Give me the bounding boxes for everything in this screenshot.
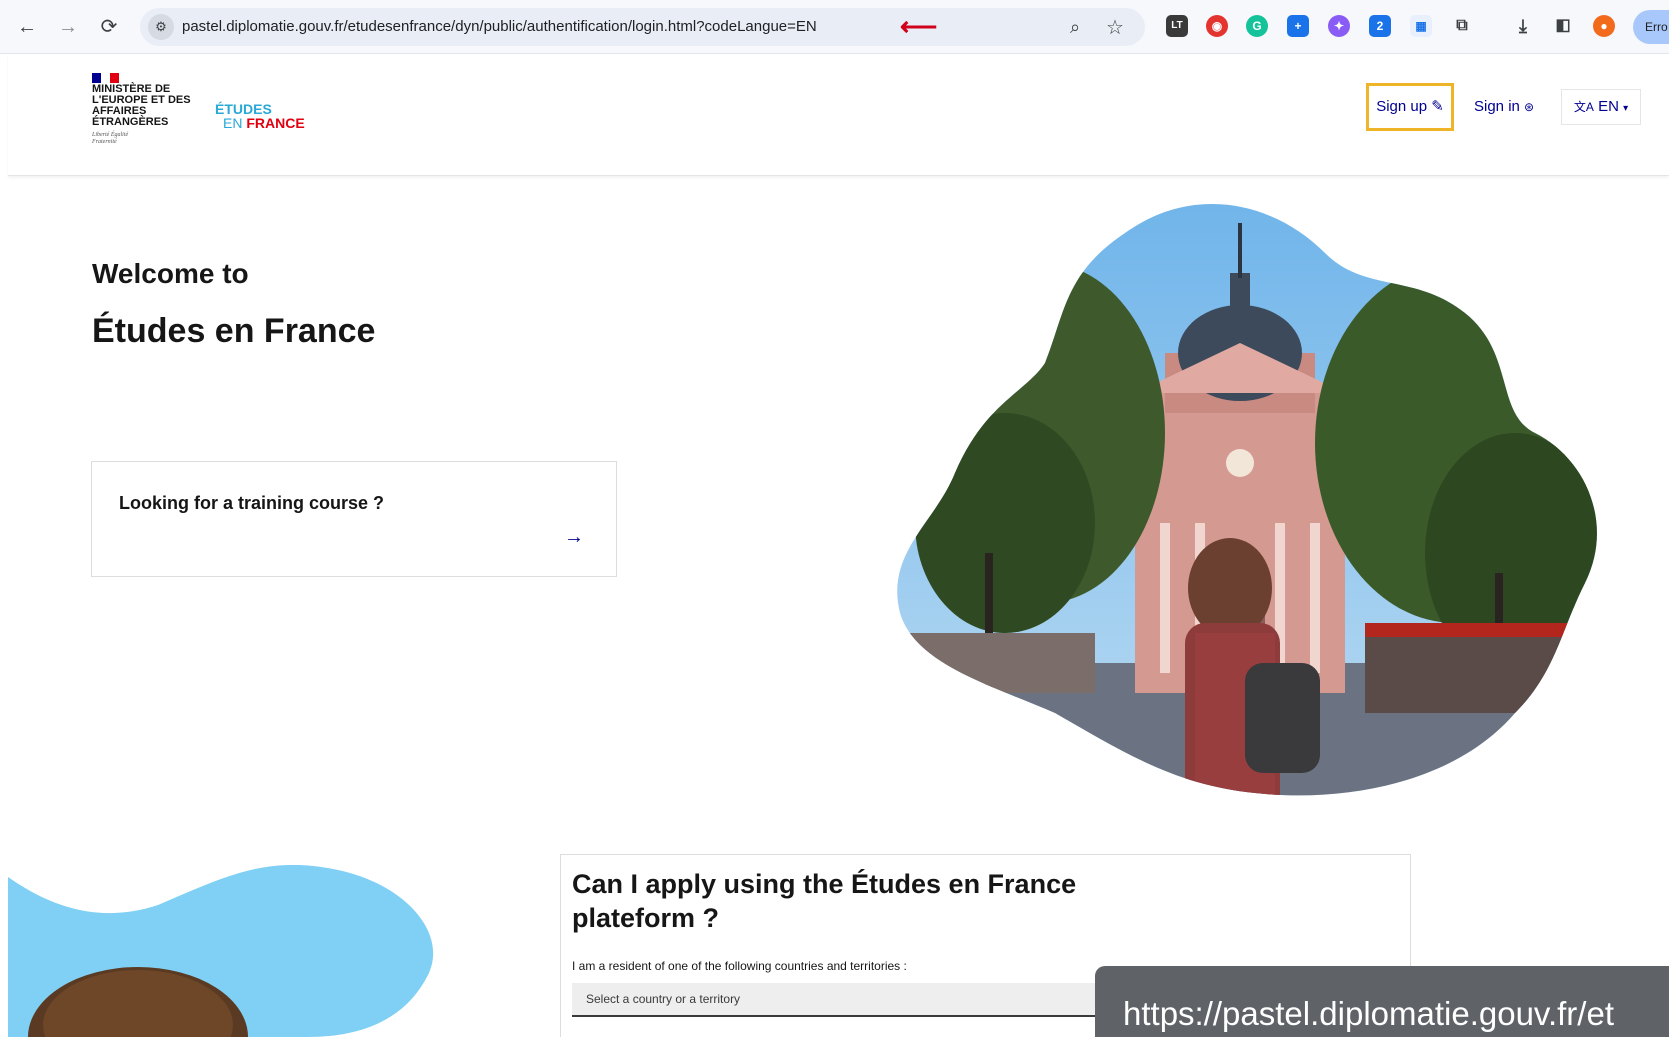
user-circle-icon: ⊛ bbox=[1524, 100, 1535, 114]
french-flag-icon bbox=[92, 70, 120, 83]
site-header: MINISTÈRE DE L'EUROPE ET DES AFFAIRES ÉT… bbox=[8, 54, 1669, 176]
welcome-text: Welcome to bbox=[92, 258, 249, 289]
badge-extension-icon[interactable]: 2 bbox=[1369, 15, 1391, 37]
site-info-icon[interactable]: ⚙ bbox=[148, 14, 174, 40]
decorative-blob-image bbox=[8, 865, 433, 1037]
plus-extension-icon[interactable]: + bbox=[1287, 15, 1309, 37]
fox-extension-icon[interactable]: ✦ bbox=[1328, 15, 1350, 37]
browser-toolbar: ← → ⟳ ⚙ pastel.diplomatie.gouv.fr/etudes… bbox=[0, 0, 1669, 54]
page-title: Études en France bbox=[92, 312, 376, 350]
ministry-motto: Liberté Égalité Fraternité bbox=[92, 132, 129, 145]
signup-label: Sign up bbox=[1376, 98, 1428, 115]
grammarly-extension-icon[interactable]: G bbox=[1246, 15, 1268, 37]
bottom-strip bbox=[0, 1037, 1669, 1061]
sorbonne-hero-image bbox=[897, 204, 1597, 796]
resident-label: I am a resident of one of the following … bbox=[572, 959, 907, 973]
red-extension-icon[interactable]: ◉ bbox=[1206, 15, 1228, 37]
annotation-arrow-icon: ⟵ bbox=[900, 11, 938, 41]
address-bar[interactable]: ⚙ pastel.diplomatie.gouv.fr/etudesenfran… bbox=[140, 8, 1145, 46]
logo-line1: ÉTUDES bbox=[215, 101, 272, 117]
translate-icon: 文A bbox=[1573, 100, 1594, 114]
chevron-down-icon: ▾ bbox=[1623, 103, 1629, 114]
language-selector[interactable]: 文A EN ▾ bbox=[1561, 89, 1641, 125]
ministry-logo-text: MINISTÈRE DE L'EUROPE ET DES AFFAIRES ÉT… bbox=[92, 83, 191, 128]
profile-button[interactable]: Erro bbox=[1633, 10, 1669, 44]
puzzle-extension-icon[interactable]: ⧉ bbox=[1451, 15, 1473, 37]
pencil-icon: ✎ bbox=[1431, 98, 1444, 115]
languagetool-extension-icon[interactable]: LT bbox=[1166, 15, 1188, 37]
logo-line2: EN FRANCE bbox=[215, 116, 305, 130]
eligibility-title: Can I apply using the Études en France p… bbox=[572, 869, 1077, 933]
country-select[interactable]: Select a country or a territory bbox=[572, 983, 1132, 1017]
logo-line2-france: FRANCE bbox=[246, 115, 305, 131]
arrow-right-icon[interactable]: → bbox=[564, 526, 584, 549]
card-title: Looking for a training course ? bbox=[119, 493, 385, 513]
bookmark-star-icon[interactable]: ☆ bbox=[1106, 15, 1124, 40]
address-url[interactable]: pastel.diplomatie.gouv.fr/etudesenfrance… bbox=[182, 18, 817, 35]
avatar[interactable]: ● bbox=[1593, 15, 1615, 37]
reload-icon[interactable]: ⟳ bbox=[96, 14, 122, 40]
sidepanel-icon[interactable]: ◧ bbox=[1552, 15, 1574, 37]
language-label: EN bbox=[1598, 98, 1619, 115]
sheet-extension-icon[interactable]: ▦ bbox=[1410, 15, 1432, 37]
logo-line2-en: EN bbox=[223, 115, 243, 131]
training-course-card[interactable]: Looking for a training course ? → bbox=[91, 461, 617, 577]
signin-button[interactable]: Sign in ⊛ bbox=[1474, 88, 1534, 126]
zoom-icon[interactable]: ⌕ bbox=[1070, 17, 1080, 38]
signin-label: Sign in bbox=[1474, 98, 1520, 115]
forward-icon[interactable]: → bbox=[55, 14, 81, 40]
back-icon[interactable]: ← bbox=[14, 14, 40, 40]
download-icon[interactable]: ⤓ bbox=[1512, 15, 1534, 37]
signup-button[interactable]: Sign up ✎ bbox=[1366, 83, 1454, 131]
etudes-en-france-logo[interactable]: ÉTUDES EN FRANCE bbox=[215, 102, 305, 130]
